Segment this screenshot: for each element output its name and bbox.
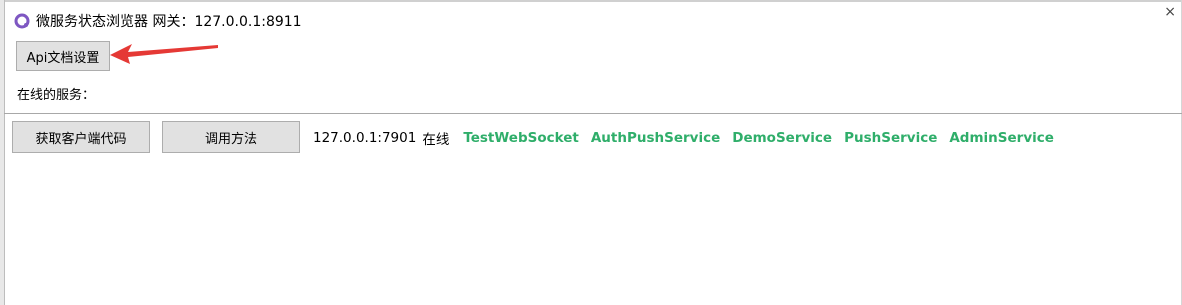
service-link-testwebsocket[interactable]: TestWebSocket <box>463 130 579 146</box>
get-client-code-button[interactable]: 获取客户端代码 <box>12 121 150 153</box>
api-doc-settings-button[interactable]: Api文档设置 <box>16 41 110 71</box>
service-link-authpushservice[interactable]: AuthPushService <box>591 130 720 146</box>
service-row: 127.0.0.1:7901 在线 TestWebSocket AuthPush… <box>313 128 1066 148</box>
title-bar: 微服务状态浏览器 网关：127.0.0.1:8911 <box>14 11 302 31</box>
close-icon[interactable]: × <box>1164 4 1176 20</box>
service-address: 127.0.0.1:7901 <box>313 130 417 146</box>
app-icon <box>14 13 30 29</box>
online-services-label: 在线的服务： <box>17 88 96 103</box>
service-link-demoservice[interactable]: DemoService <box>732 130 832 146</box>
section-divider <box>4 113 1182 114</box>
window-left-border <box>0 0 5 305</box>
window-top-border <box>0 0 1182 2</box>
red-arrow-annotation-icon <box>110 44 218 64</box>
service-link-pushservice[interactable]: PushService <box>844 130 937 146</box>
invoke-method-button[interactable]: 调用方法 <box>162 121 300 153</box>
window-title: 微服务状态浏览器 网关：127.0.0.1:8911 <box>36 14 302 30</box>
service-link-adminservice[interactable]: AdminService <box>949 130 1054 146</box>
app-window: 微服务状态浏览器 网关：127.0.0.1:8911 × Api文档设置 在线的… <box>0 0 1182 305</box>
service-status: 在线 <box>422 132 450 148</box>
